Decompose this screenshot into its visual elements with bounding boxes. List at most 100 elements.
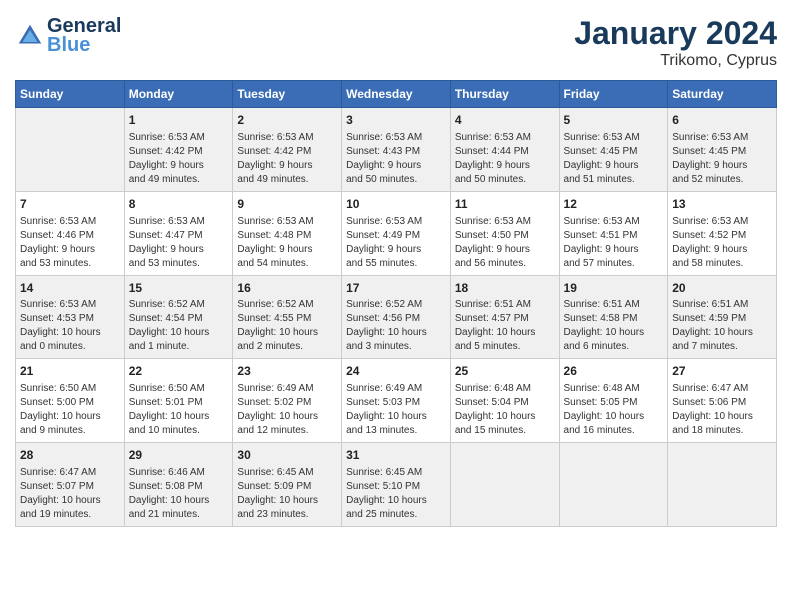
day-number: 3 (346, 112, 446, 129)
day-number: 12 (564, 196, 664, 213)
logo: General Blue (15, 15, 121, 57)
day-info: Sunrise: 6:53 AM Sunset: 4:45 PM Dayligh… (672, 131, 772, 187)
table-row: 9 Sunrise: 6:53 AM Sunset: 4:48 PM Daylig… (233, 191, 342, 275)
day-number: 28 (20, 447, 120, 464)
table-row: 26Sunrise: 6:48 AM Sunset: 5:05 PM Dayli… (559, 359, 668, 443)
table-row: 12 Sunrise: 6:53 AM Sunset: 4:51 PM Dayli… (559, 191, 668, 275)
day-number: 4 (455, 112, 555, 129)
table-row (16, 108, 125, 192)
calendar-week-row: 7 Sunrise: 6:53 AM Sunset: 4:46 PM Daylig… (16, 191, 777, 275)
table-row: 11 Sunrise: 6:53 AM Sunset: 4:50 PM Dayli… (450, 191, 559, 275)
day-number: 8 (129, 196, 229, 213)
day-number: 6 (672, 112, 772, 129)
table-row: 30 Sunrise: 6:45 AM Sunset: 5:09 PM Dayli… (233, 443, 342, 527)
calendar-week-row: 28 Sunrise: 6:47 AM Sunset: 5:07 PM Dayli… (16, 443, 777, 527)
day-info: Sunrise: 6:47 AM Sunset: 5:07 PM Dayligh… (20, 466, 120, 522)
table-row: 22 Sunrise: 6:50 AM Sunset: 5:01 PM Dayli… (124, 359, 233, 443)
table-row: 4 Sunrise: 6:53 AM Sunset: 4:44 PM Daylig… (450, 108, 559, 192)
table-row: 13 Sunrise: 6:53 AM Sunset: 4:52 PM Dayli… (668, 191, 777, 275)
day-number: 15 (129, 280, 229, 297)
table-row: 21 Sunrise: 6:50 AM Sunset: 5:00 PM Dayli… (16, 359, 125, 443)
day-number: 25 (455, 363, 555, 380)
day-number: 13 (672, 196, 772, 213)
day-number: 26 (564, 363, 664, 380)
day-info: Sunrise: 6:47 AM Sunset: 5:06 PM Dayligh… (672, 382, 772, 438)
day-info: Sunrise: 6:51 AM Sunset: 4:57 PM Dayligh… (455, 298, 555, 354)
calendar-week-row: 14Sunrise: 6:53 AM Sunset: 4:53 PM Dayli… (16, 275, 777, 359)
calendar-table: Sunday Monday Tuesday Wednesday Thursday… (15, 80, 777, 527)
table-row: 24Sunrise: 6:49 AM Sunset: 5:03 PM Dayli… (342, 359, 451, 443)
day-info: Sunrise: 6:52 AM Sunset: 4:54 PM Dayligh… (129, 298, 229, 354)
day-info: Sunrise: 6:51 AM Sunset: 4:59 PM Dayligh… (672, 298, 772, 354)
day-number: 20 (672, 280, 772, 297)
day-number: 9 (237, 196, 337, 213)
day-info: Sunrise: 6:53 AM Sunset: 4:52 PM Dayligh… (672, 215, 772, 271)
month-title: January 2024 (574, 15, 777, 52)
day-number: 7 (20, 196, 120, 213)
header-saturday: Saturday (668, 81, 777, 108)
day-info: Sunrise: 6:50 AM Sunset: 5:00 PM Dayligh… (20, 382, 120, 438)
day-info: Sunrise: 6:53 AM Sunset: 4:53 PM Dayligh… (20, 298, 120, 354)
calendar-week-row: 21 Sunrise: 6:50 AM Sunset: 5:00 PM Dayli… (16, 359, 777, 443)
table-row (668, 443, 777, 527)
day-info: Sunrise: 6:48 AM Sunset: 5:04 PM Dayligh… (455, 382, 555, 438)
table-row: 8Sunrise: 6:53 AM Sunset: 4:47 PM Daylig… (124, 191, 233, 275)
location: Trikomo, Cyprus (574, 52, 777, 70)
table-row: 20Sunrise: 6:51 AM Sunset: 4:59 PM Dayli… (668, 275, 777, 359)
table-row: 7 Sunrise: 6:53 AM Sunset: 4:46 PM Daylig… (16, 191, 125, 275)
day-info: Sunrise: 6:45 AM Sunset: 5:10 PM Dayligh… (346, 466, 446, 522)
table-row: 10 Sunrise: 6:53 AM Sunset: 4:49 PM Dayli… (342, 191, 451, 275)
table-row: 18Sunrise: 6:51 AM Sunset: 4:57 PM Dayli… (450, 275, 559, 359)
day-info: Sunrise: 6:49 AM Sunset: 5:02 PM Dayligh… (237, 382, 337, 438)
day-number: 23 (237, 363, 337, 380)
day-info: Sunrise: 6:45 AM Sunset: 5:09 PM Dayligh… (237, 466, 337, 522)
day-number: 1 (129, 112, 229, 129)
table-row: 25 Sunrise: 6:48 AM Sunset: 5:04 PM Dayli… (450, 359, 559, 443)
day-number: 22 (129, 363, 229, 380)
day-number: 16 (237, 280, 337, 297)
table-row: 3Sunrise: 6:53 AM Sunset: 4:43 PM Daylig… (342, 108, 451, 192)
day-number: 30 (237, 447, 337, 464)
title-block: January 2024 Trikomo, Cyprus (574, 15, 777, 70)
day-info: Sunrise: 6:50 AM Sunset: 5:01 PM Dayligh… (129, 382, 229, 438)
table-row: 2Sunrise: 6:53 AM Sunset: 4:42 PM Daylig… (233, 108, 342, 192)
day-info: Sunrise: 6:52 AM Sunset: 4:55 PM Dayligh… (237, 298, 337, 354)
day-info: Sunrise: 6:53 AM Sunset: 4:42 PM Dayligh… (237, 131, 337, 187)
day-number: 11 (455, 196, 555, 213)
day-number: 19 (564, 280, 664, 297)
table-row (559, 443, 668, 527)
day-info: Sunrise: 6:53 AM Sunset: 4:46 PM Dayligh… (20, 215, 120, 271)
day-number: 17 (346, 280, 446, 297)
day-number: 27 (672, 363, 772, 380)
day-info: Sunrise: 6:46 AM Sunset: 5:08 PM Dayligh… (129, 466, 229, 522)
table-row (450, 443, 559, 527)
day-info: Sunrise: 6:53 AM Sunset: 4:48 PM Dayligh… (237, 215, 337, 271)
day-number: 5 (564, 112, 664, 129)
table-row: 14Sunrise: 6:53 AM Sunset: 4:53 PM Dayli… (16, 275, 125, 359)
day-info: Sunrise: 6:53 AM Sunset: 4:50 PM Dayligh… (455, 215, 555, 271)
day-number: 21 (20, 363, 120, 380)
day-info: Sunrise: 6:53 AM Sunset: 4:44 PM Dayligh… (455, 131, 555, 187)
day-info: Sunrise: 6:53 AM Sunset: 4:49 PM Dayligh… (346, 215, 446, 271)
header-tuesday: Tuesday (233, 81, 342, 108)
day-info: Sunrise: 6:49 AM Sunset: 5:03 PM Dayligh… (346, 382, 446, 438)
day-number: 10 (346, 196, 446, 213)
table-row: 1 Sunrise: 6:53 AM Sunset: 4:42 PM Daylig… (124, 108, 233, 192)
day-number: 29 (129, 447, 229, 464)
table-row: 16Sunrise: 6:52 AM Sunset: 4:55 PM Dayli… (233, 275, 342, 359)
table-row: 15Sunrise: 6:52 AM Sunset: 4:54 PM Dayli… (124, 275, 233, 359)
day-info: Sunrise: 6:53 AM Sunset: 4:51 PM Dayligh… (564, 215, 664, 271)
table-row: 31Sunrise: 6:45 AM Sunset: 5:10 PM Dayli… (342, 443, 451, 527)
day-info: Sunrise: 6:53 AM Sunset: 4:45 PM Dayligh… (564, 131, 664, 187)
table-row: 6 Sunrise: 6:53 AM Sunset: 4:45 PM Daylig… (668, 108, 777, 192)
day-number: 14 (20, 280, 120, 297)
day-info: Sunrise: 6:53 AM Sunset: 4:42 PM Dayligh… (129, 131, 229, 187)
table-row: 29 Sunrise: 6:46 AM Sunset: 5:08 PM Dayli… (124, 443, 233, 527)
header-wednesday: Wednesday (342, 81, 451, 108)
table-row: 5 Sunrise: 6:53 AM Sunset: 4:45 PM Daylig… (559, 108, 668, 192)
header-friday: Friday (559, 81, 668, 108)
header-thursday: Thursday (450, 81, 559, 108)
header: General Blue January 2024 Trikomo, Cypru… (15, 15, 777, 70)
header-monday: Monday (124, 81, 233, 108)
weekday-header-row: Sunday Monday Tuesday Wednesday Thursday… (16, 81, 777, 108)
